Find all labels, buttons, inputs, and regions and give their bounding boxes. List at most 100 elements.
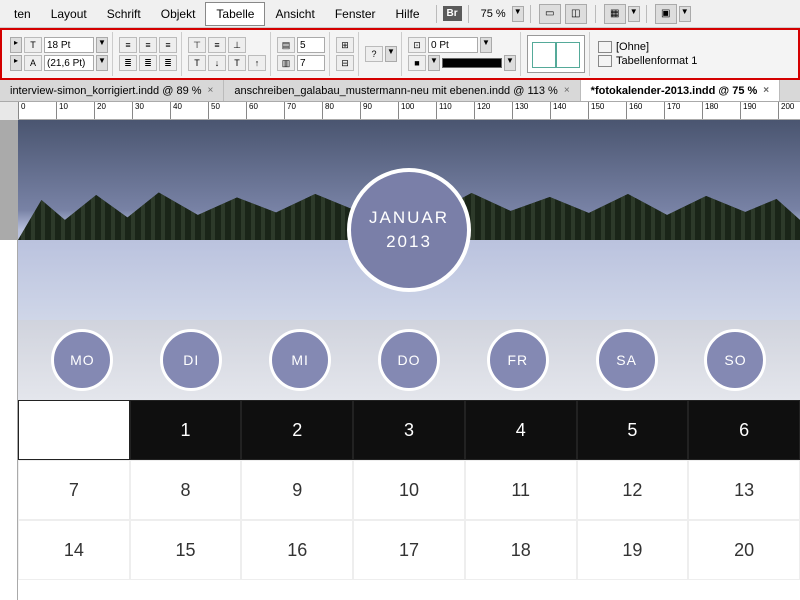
view-mode-icon[interactable]: ▭: [539, 4, 561, 24]
ruler-tick: 120: [474, 102, 490, 120]
view-mode-icon[interactable]: ◫: [565, 4, 587, 24]
doc-tab-active[interactable]: *fotokalender-2013.indd @ 75 % ×: [581, 80, 780, 101]
menu-item-ansicht[interactable]: Ansicht: [265, 3, 324, 25]
bridge-icon[interactable]: Br: [443, 6, 462, 21]
valign-bottom-icon[interactable]: ⊥: [228, 37, 246, 53]
calendar-cell: [18, 400, 130, 460]
ruler-tick: 60: [246, 102, 258, 120]
text-rotation-icon[interactable]: T: [228, 55, 246, 71]
style-fmt1-label[interactable]: Tabellenformat 1: [616, 55, 697, 67]
menu-item-hilfe[interactable]: Hilfe: [386, 3, 430, 25]
stroke-style-dropdown[interactable]: ▼: [504, 55, 516, 71]
merge-cells-icon[interactable]: ⊞: [336, 37, 354, 53]
weekday-circle: MO: [51, 329, 113, 391]
align-left-icon[interactable]: ≡: [119, 37, 137, 53]
ruler-tick: 200: [778, 102, 794, 120]
weekday-circle: MI: [269, 329, 331, 391]
weekday-circle: SA: [596, 329, 658, 391]
calendar-cell: 4: [465, 400, 577, 460]
screen-mode-icon[interactable]: ▣: [655, 4, 677, 24]
calendar-cell: 13: [688, 460, 800, 520]
horizontal-ruler[interactable]: 0102030405060708090100110120130140150160…: [18, 102, 800, 120]
menu-bar: ten Layout Schrift Objekt Tabelle Ansich…: [0, 0, 800, 28]
menu-item-layout[interactable]: Layout: [41, 3, 97, 25]
menu-item-objekt[interactable]: Objekt: [151, 3, 206, 25]
menu-item-fenster[interactable]: Fenster: [325, 3, 386, 25]
workspace: JANUAR 2013 MODIMIDOFRSASO 1234567891011…: [0, 120, 800, 600]
text-rotation-icon[interactable]: ↑: [248, 55, 266, 71]
vertical-ruler[interactable]: [0, 240, 18, 600]
arrange-icon[interactable]: ▦: [604, 4, 626, 24]
zoom-level[interactable]: 75 %: [475, 6, 512, 22]
calendar-cell: 14: [18, 520, 130, 580]
close-icon[interactable]: ×: [208, 85, 214, 96]
ruler-tick: 90: [360, 102, 372, 120]
ruler-tick: 0: [18, 102, 25, 120]
calendar-cell: 17: [353, 520, 465, 580]
help-icon[interactable]: ?: [365, 46, 383, 62]
stroke-preview[interactable]: [442, 58, 502, 68]
control-panel: ▸T▼ ▸A▼ ≡ ≡ ≡ ≣ ≣ ≣ ⊤ ≡ ⊥ T ↓ T ↑ ▤ ▥ ⊞: [0, 28, 800, 80]
screen-mode-dropdown[interactable]: ▼: [679, 6, 691, 22]
justify-center-icon[interactable]: ≣: [139, 55, 157, 71]
weekday-circle: FR: [487, 329, 549, 391]
calendar-cell: 20: [688, 520, 800, 580]
text-rotation-icon[interactable]: T: [188, 55, 206, 71]
text-rotation-icon[interactable]: ↓: [208, 55, 226, 71]
menu-item-tabelle[interactable]: Tabelle: [205, 2, 265, 26]
justify-left-icon[interactable]: ≣: [119, 55, 137, 71]
style-swatch-icon[interactable]: [598, 55, 612, 67]
calendar-cell: 12: [577, 460, 689, 520]
table-styles: [Ohne] Tabellenformat 1: [592, 32, 703, 76]
char-toggle[interactable]: ▸: [10, 37, 22, 53]
stroke-selector-icon[interactable]: ■: [408, 55, 426, 71]
ruler-tick: 20: [94, 102, 106, 120]
style-none-label[interactable]: [Ohne]: [616, 41, 649, 53]
calendar-cell: 6: [688, 400, 800, 460]
document-canvas[interactable]: JANUAR 2013 MODIMIDOFRSASO 1234567891011…: [18, 120, 800, 600]
rows-input[interactable]: [297, 37, 325, 53]
justify-right-icon[interactable]: ≣: [159, 55, 177, 71]
month-label: JANUAR: [369, 208, 449, 228]
doc-tab[interactable]: anschreiben_galabau_mustermann-neu mit e…: [224, 80, 580, 101]
separator: [595, 5, 596, 23]
doc-tab-label: *fotokalender-2013.indd @ 75 %: [591, 85, 758, 97]
align-center-icon[interactable]: ≡: [139, 37, 157, 53]
ruler-tick: 140: [550, 102, 566, 120]
ruler-tick: 170: [664, 102, 680, 120]
calendar-cell: 1: [130, 400, 242, 460]
font-size-dropdown[interactable]: ▼: [96, 37, 108, 53]
doc-tab-label: anschreiben_galabau_mustermann-neu mit e…: [234, 85, 557, 97]
calendar-photo: JANUAR 2013: [18, 120, 800, 320]
doc-tab[interactable]: interview-simon_korrigiert.indd @ 89 %×: [0, 80, 224, 101]
inset-input[interactable]: [428, 37, 478, 53]
dropdown-icon[interactable]: ▼: [385, 46, 397, 62]
leading-dropdown[interactable]: ▼: [96, 55, 108, 71]
cell-preview[interactable]: [527, 35, 585, 73]
stroke-dropdown[interactable]: ▼: [428, 55, 440, 71]
calendar-cell: 18: [465, 520, 577, 580]
menu-item-schrift[interactable]: Schrift: [97, 3, 151, 25]
inset-dropdown[interactable]: ▼: [480, 37, 492, 53]
arrange-dropdown[interactable]: ▼: [628, 6, 640, 22]
font-size-input[interactable]: [44, 37, 94, 53]
close-icon[interactable]: ×: [763, 85, 769, 96]
leading-input[interactable]: [44, 55, 94, 71]
align-right-icon[interactable]: ≡: [159, 37, 177, 53]
ruler-tick: 110: [436, 102, 452, 120]
para-toggle[interactable]: ▸: [10, 55, 22, 71]
calendar-cell: 15: [130, 520, 242, 580]
ruler-tick: 50: [208, 102, 220, 120]
weekday-circle: DI: [160, 329, 222, 391]
zoom-dropdown[interactable]: ▼: [512, 6, 524, 22]
cols-input[interactable]: [297, 55, 325, 71]
font-size-icon: T: [24, 37, 42, 53]
menu-item-datei[interactable]: ten: [4, 3, 41, 25]
unmerge-cells-icon[interactable]: ⊟: [336, 55, 354, 71]
valign-middle-icon[interactable]: ≡: [208, 37, 226, 53]
style-swatch-icon[interactable]: [598, 41, 612, 53]
valign-top-icon[interactable]: ⊤: [188, 37, 206, 53]
close-icon[interactable]: ×: [564, 85, 570, 96]
ruler-tick: 150: [588, 102, 604, 120]
calendar-cell: 11: [465, 460, 577, 520]
